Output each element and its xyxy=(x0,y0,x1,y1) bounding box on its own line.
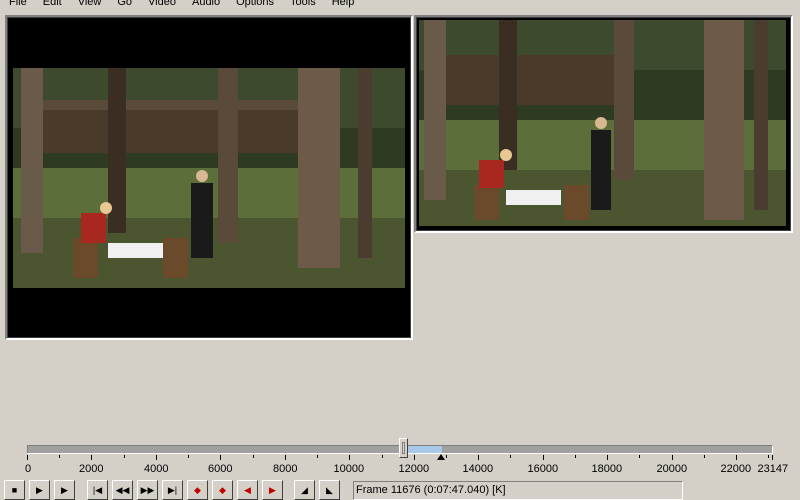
timeline-tick xyxy=(382,455,383,458)
timeline-tick xyxy=(607,455,608,460)
menu-video[interactable]: Video xyxy=(139,0,183,9)
go-end-button[interactable]: ▶| xyxy=(162,480,183,500)
timeline-tick xyxy=(285,455,286,460)
prev-keyframe-button[interactable]: ◆ xyxy=(187,480,208,500)
mark-out-button[interactable]: ◣ xyxy=(319,480,340,500)
menu-options[interactable]: Options xyxy=(227,0,281,9)
timeline-tick xyxy=(188,455,189,458)
step-back-button[interactable]: ◀◀ xyxy=(112,480,133,500)
timeline-tick xyxy=(672,455,673,460)
timeline-tick xyxy=(446,455,447,458)
output-video-image xyxy=(419,20,786,226)
timeline-tick-label: 2000 xyxy=(79,463,104,475)
timeline-tick xyxy=(253,455,254,458)
timeline-tick xyxy=(704,455,705,458)
timeline-tick xyxy=(414,455,415,460)
menu-file[interactable]: File xyxy=(0,0,34,9)
timeline-tick xyxy=(27,455,28,460)
timeline-tick-label: 0 xyxy=(25,463,32,475)
timeline-tick xyxy=(575,455,576,458)
timeline-tick xyxy=(510,455,511,458)
timeline-tick-label: 16000 xyxy=(527,463,559,475)
timeline-tick-label: 22000 xyxy=(720,463,752,475)
frame-status: Frame 11676 (0:07:47.040) [K] xyxy=(353,481,683,500)
timeline-tick xyxy=(91,455,92,460)
stop-button[interactable]: ■ xyxy=(4,480,25,500)
timeline-slider[interactable] xyxy=(27,438,773,460)
output-video-pane xyxy=(414,15,793,233)
timeline-tick-label: 6000 xyxy=(208,463,233,475)
timeline-tick xyxy=(59,455,60,458)
input-video-image xyxy=(13,68,405,288)
menu-edit[interactable]: Edit xyxy=(34,0,69,9)
timeline-selection xyxy=(403,446,442,453)
timeline-tick-label: 4000 xyxy=(144,463,169,475)
timeline-tick-label: 20000 xyxy=(656,463,688,475)
timeline-tick xyxy=(220,455,221,460)
timeline-tick xyxy=(156,455,157,460)
timeline-tick-label: 14000 xyxy=(462,463,494,475)
step-forward-button[interactable]: ▶▶ xyxy=(137,480,158,500)
go-start-button[interactable]: |◀ xyxy=(87,480,108,500)
playback-toolbar: ■ ▶ ▶ |◀ ◀◀ ▶▶ ▶| ◆ ◆ ◀ ▶ ◢ ◣ xyxy=(4,480,349,500)
timeline-tick xyxy=(317,455,318,458)
input-video-pane xyxy=(5,15,413,340)
timeline-tick xyxy=(349,455,350,460)
mark-in-button[interactable]: ◢ xyxy=(294,480,315,500)
timeline-labels: 0 2000 4000 6000 8000 10000 12000 14000 16000 180… xyxy=(0,463,800,477)
timeline-tick xyxy=(736,455,737,460)
forest-scene-image xyxy=(419,20,786,226)
timeline-tick xyxy=(772,455,773,460)
forest-scene-image xyxy=(13,68,405,288)
timeline-tick-label: 8000 xyxy=(273,463,298,475)
timeline-tick-label: 18000 xyxy=(591,463,623,475)
timeline-tick xyxy=(543,455,544,460)
menu-bar: File Edit View Go Video Audio Options Tools Help xyxy=(0,0,800,9)
menu-go[interactable]: Go xyxy=(108,0,139,9)
timeline-tick xyxy=(124,455,125,458)
timeline-tick-label: 12000 xyxy=(398,463,430,475)
play-input-button[interactable]: ▶ xyxy=(29,480,50,500)
next-keyframe-button[interactable]: ◆ xyxy=(212,480,233,500)
timeline-tick xyxy=(478,455,479,460)
play-output-button[interactable]: ▶ xyxy=(54,480,75,500)
timeline-tick xyxy=(768,455,769,458)
timeline-tick-label: 10000 xyxy=(333,463,365,475)
menu-view[interactable]: View xyxy=(69,0,109,9)
prev-scene-button[interactable]: ◀ xyxy=(237,480,258,500)
timeline-tick xyxy=(639,455,640,458)
menu-help[interactable]: Help xyxy=(323,0,362,9)
timeline-tick-label: 23147 xyxy=(757,463,789,475)
next-scene-button[interactable]: ▶ xyxy=(262,480,283,500)
menu-audio[interactable]: Audio xyxy=(183,0,227,9)
menu-tools[interactable]: Tools xyxy=(281,0,323,9)
